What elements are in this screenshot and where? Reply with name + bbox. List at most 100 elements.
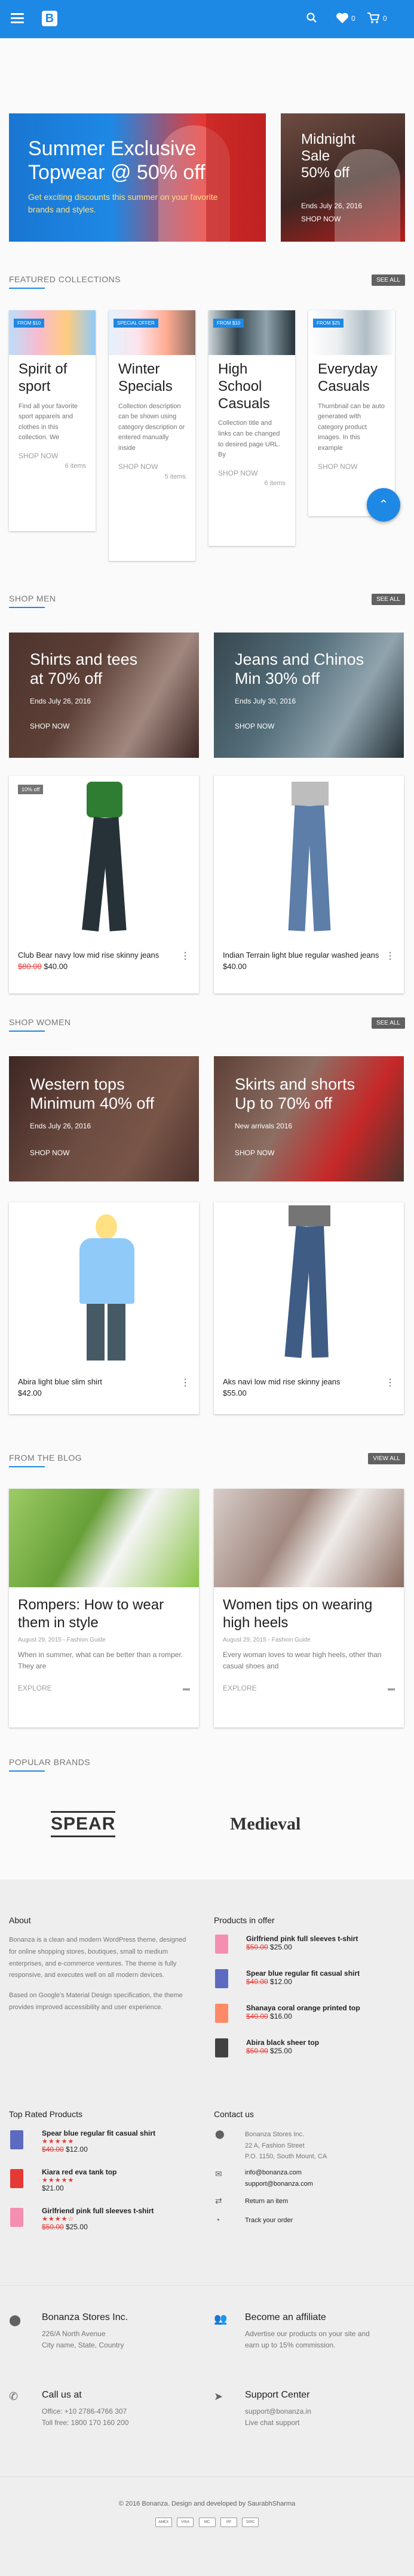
location-pin-icon: ⬤ — [215, 2129, 225, 2139]
blog-meta: August 29, 2015 - Fashion Guide — [18, 1637, 106, 1643]
top-rated-item[interactable]: Kiara red eva tank top ★★★★★ $21.00 — [42, 2168, 116, 2192]
return-link[interactable]: Return an item — [245, 2196, 288, 2207]
side-banner-title-3: 50% off — [301, 165, 349, 181]
product-card[interactable]: Abira light blue slim shirt $42.00 ⋮ — [9, 1202, 199, 1414]
blog-image — [9, 1489, 199, 1587]
brand-logo-medieval[interactable]: Medieval — [230, 1814, 300, 1834]
hero-banner-main[interactable]: Summer Exclusive Topwear @ 50% off Get e… — [9, 113, 266, 242]
current-price: $40.00 — [44, 962, 68, 971]
current-price: $16.00 — [270, 2012, 292, 2020]
offer-item[interactable]: Shanaya coral orange printed top $40.00 $… — [246, 2004, 360, 2020]
product-name[interactable]: Club Bear navy low mid rise skinny jeans — [9, 950, 199, 961]
cart-icon[interactable] — [367, 12, 380, 26]
shop-now-link[interactable]: SHOP NOW — [30, 1149, 69, 1157]
live-chat-link[interactable]: Live chat support — [245, 2417, 311, 2429]
promo-banner-jeans[interactable]: Jeans and Chinos Min 30% off Ends July 3… — [214, 633, 404, 758]
promo-banner-skirts[interactable]: Skirts and shorts Up to 70% off New arri… — [214, 1056, 404, 1181]
product-card[interactable]: 10% off Club Bear navy low mid rise skin… — [9, 776, 199, 994]
see-all-button[interactable]: SEE ALL — [371, 1017, 405, 1029]
side-banner-cta[interactable]: SHOP NOW — [301, 215, 341, 223]
promo-date: Ends July 30, 2016 — [235, 697, 296, 705]
offer-item[interactable]: Girlfriend pink full sleeves t-shirt $50.… — [246, 1935, 358, 1951]
email-link[interactable]: info@bonanza.com — [245, 2167, 313, 2179]
explore-link[interactable]: EXPLORE — [223, 1684, 257, 1692]
blog-post-card[interactable]: Women tips on wearing high heels August … — [214, 1489, 404, 1727]
discover-icon: DISC — [242, 2518, 259, 2527]
amex-icon: AMEX — [155, 2518, 172, 2527]
hero-banner-side[interactable]: Midnight Sale 50% off Ends July 26, 2016… — [281, 113, 405, 242]
promo-banner-western[interactable]: Western tops Minimum 40% off Ends July 2… — [9, 1056, 199, 1181]
shop-now-link[interactable]: SHOP NOW — [19, 452, 86, 460]
product-name[interactable]: Aks navi low mid rise skinny jeans — [214, 1377, 404, 1387]
comment-icon[interactable]: ▬ — [388, 1684, 395, 1692]
paypal-icon: PP — [220, 2518, 237, 2527]
shop-now-link[interactable]: SHOP NOW — [235, 722, 274, 730]
blog-title[interactable]: Rompers: How to wear them in style — [9, 1587, 199, 1637]
see-all-button[interactable]: SEE ALL — [371, 594, 405, 605]
view-all-button[interactable]: VIEW ALL — [368, 1453, 405, 1464]
shop-now-link[interactable]: SHOP NOW — [235, 1149, 274, 1157]
menu-icon[interactable] — [11, 13, 24, 24]
top-name: Spear blue regular fit casual shirt — [42, 2129, 156, 2137]
promo-subtitle: Min 30% off — [235, 670, 320, 687]
top-rated-item[interactable]: Spear blue regular fit casual shirt ★★★★★… — [42, 2129, 155, 2154]
see-all-button[interactable]: SEE ALL — [371, 274, 405, 286]
phone-line[interactable]: Office: +10 2786-4766 307 — [42, 2406, 128, 2417]
top-rated-item[interactable]: Girlfriend pink full sleeves t-shirt ★★★★… — [42, 2207, 154, 2231]
current-price: $55.00 — [223, 1389, 247, 1398]
collection-count: 6 items — [264, 479, 286, 487]
copyright: © 2016 Bonanza. Design and developed by … — [118, 2500, 296, 2507]
product-name[interactable]: Abira light blue slim shirt — [9, 1377, 199, 1387]
top-app-bar: B 0 0 — [0, 0, 414, 38]
current-price: $12.00 — [66, 2145, 88, 2154]
address-line: 226/A North Avenue — [42, 2330, 106, 2338]
heart-icon[interactable] — [336, 12, 349, 26]
collection-badge: FROM $10 — [14, 319, 45, 328]
support-email[interactable]: support@bonanza.in — [245, 2406, 311, 2417]
shop-now-link[interactable]: SHOP NOW — [30, 722, 69, 730]
current-price: $25.00 — [270, 1943, 292, 1951]
comment-icon[interactable]: ▬ — [183, 1684, 190, 1692]
shop-now-link[interactable]: SHOP NOW — [318, 462, 385, 471]
brand-logo-spear[interactable]: SPEAR — [51, 1811, 116, 1837]
shop-now-link[interactable]: SHOP NOW — [218, 469, 286, 477]
product-price: $55.00 — [214, 1387, 404, 1405]
about-heading: About — [9, 1915, 31, 1925]
email-link[interactable]: support@bonanza.com — [245, 2179, 313, 2190]
chevron-up-icon[interactable]: ⌃ — [367, 488, 400, 522]
more-vert-icon[interactable]: ⋮ — [180, 1377, 190, 1389]
more-vert-icon[interactable]: ⋮ — [385, 1377, 395, 1389]
affiliate-line: earn up to 15% commission. — [245, 2341, 336, 2350]
collection-count: 5 items — [164, 473, 186, 480]
blog-title[interactable]: Women tips on wearing high heels — [214, 1587, 404, 1637]
product-name[interactable]: Indian Terrain light blue regular washed… — [214, 950, 404, 961]
collection-card-highschool[interactable]: FROM $10 High School Casuals Collection … — [208, 310, 295, 546]
collection-card-sport[interactable]: FROM $10 Spirit of sport Find all your f… — [9, 310, 96, 531]
blog-post-card[interactable]: Rompers: How to wear them in style Augus… — [9, 1489, 199, 1727]
store-address: 226/A North Avenue City name, State, Coun… — [42, 2328, 124, 2351]
affiliate-title[interactable]: Become an affiliate — [245, 2312, 326, 2323]
top-rated-heading: Top Rated Products — [9, 2109, 82, 2119]
offer-item[interactable]: Spear blue regular fit casual shirt $40.0… — [246, 1969, 360, 1986]
shop-now-link[interactable]: SHOP NOW — [118, 462, 186, 471]
more-vert-icon[interactable]: ⋮ — [385, 950, 395, 962]
collection-image: FROM $10 — [9, 310, 96, 355]
product-card[interactable]: Indian Terrain light blue regular washed… — [214, 776, 404, 994]
phone-line[interactable]: Toll free: 1800 170 160 200 — [42, 2417, 128, 2429]
support-title[interactable]: Support Center — [245, 2390, 310, 2401]
collection-desc: Find all your favorite sport apparels an… — [19, 402, 78, 442]
track-link[interactable]: Track your order — [245, 2215, 293, 2226]
mastercard-icon: MC — [198, 2518, 216, 2527]
section-title: FEATURED COLLECTIONS — [9, 274, 121, 284]
more-vert-icon[interactable]: ⋮ — [180, 950, 190, 962]
collection-card-winter[interactable]: SPECIAL OFFER Winter Specials Collection… — [109, 310, 195, 561]
explore-link[interactable]: EXPLORE — [18, 1684, 52, 1692]
site-logo[interactable]: B — [42, 11, 57, 26]
top-name: Girlfriend pink full sleeves t-shirt — [42, 2207, 154, 2215]
product-card[interactable]: Aks navi low mid rise skinny jeans $55.0… — [214, 1202, 404, 1414]
search-icon[interactable] — [306, 12, 318, 26]
collection-card-casuals[interactable]: FROM $25 Everyday Casuals Thumbnail can … — [308, 310, 395, 516]
promo-banner-shirts[interactable]: Shirts and tees at 70% off Ends July 26,… — [9, 633, 199, 758]
offer-item[interactable]: Abira black sheer top $50.00 $25.00 — [246, 2038, 319, 2055]
old-price: $50.00 — [246, 1943, 268, 1951]
